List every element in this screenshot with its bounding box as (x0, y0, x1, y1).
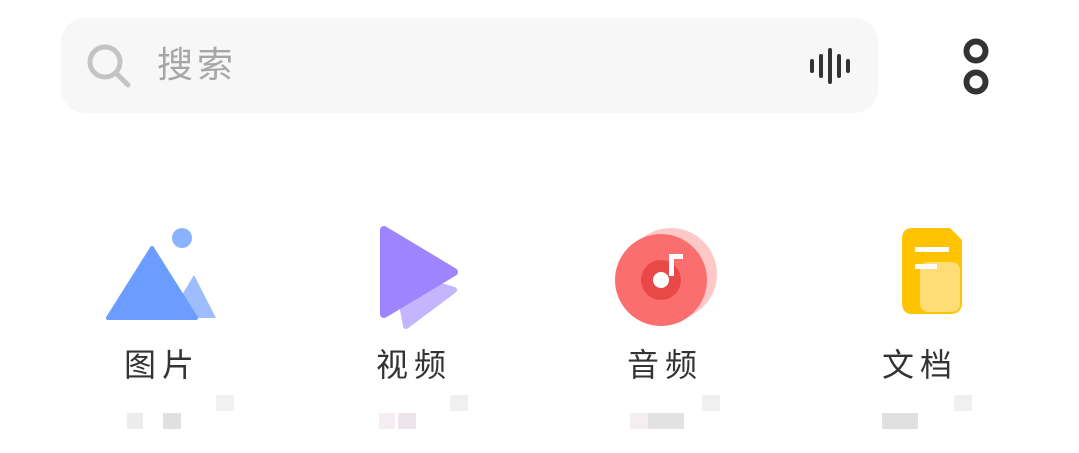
category-label: 文档 (881, 346, 958, 384)
audio-icon (615, 228, 717, 326)
category-count-blurred (354, 395, 474, 435)
category-videos[interactable]: 视频 (314, 200, 514, 453)
search-input[interactable] (157, 40, 757, 90)
category-label: 音频 (626, 346, 703, 384)
file-manager-home: 图片 视频 (0, 0, 1079, 453)
category-audio[interactable]: 音频 (565, 200, 765, 453)
category-images[interactable]: 图片 (62, 200, 262, 453)
video-icon (380, 226, 458, 329)
more-dots-icon[interactable] (950, 30, 1002, 102)
category-documents[interactable]: 文档 (820, 200, 1020, 453)
category-count-blurred (860, 395, 980, 435)
category-label: 图片 (123, 346, 200, 384)
document-icon (902, 228, 962, 314)
search-bar[interactable] (61, 18, 878, 113)
category-count-blurred (605, 395, 725, 435)
image-icon (106, 228, 216, 320)
search-icon (87, 44, 131, 88)
category-count-blurred (102, 395, 234, 435)
voice-wave-icon[interactable] (808, 48, 856, 84)
category-label: 视频 (375, 346, 452, 384)
category-grid: 图片 视频 音频 文档 (0, 200, 1079, 453)
